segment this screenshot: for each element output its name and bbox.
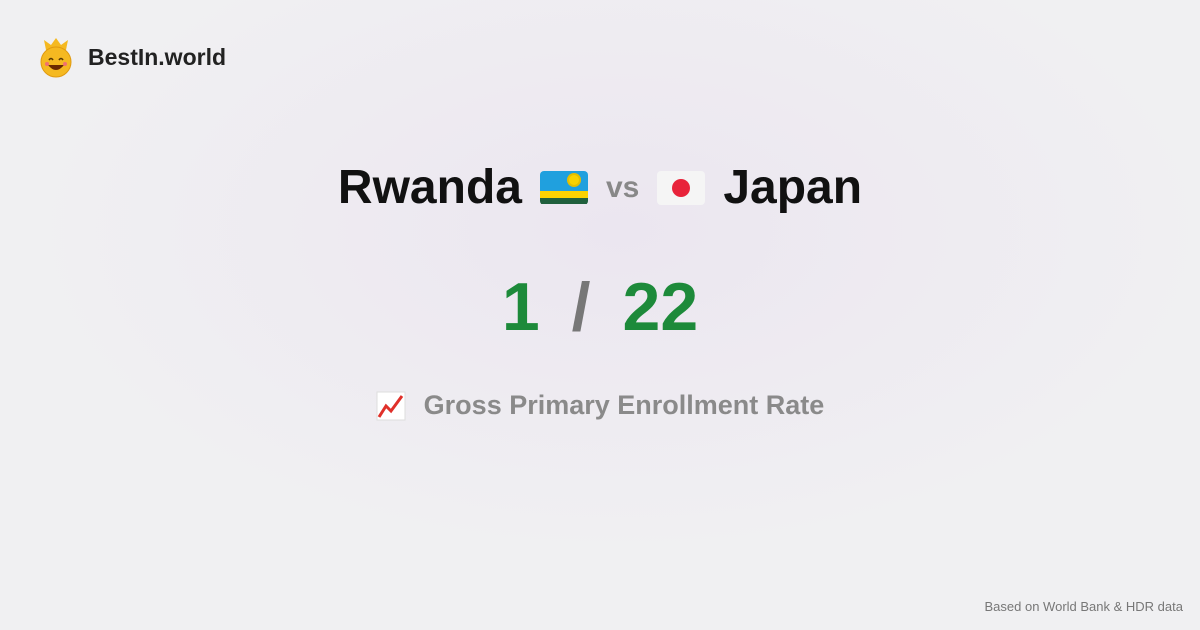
- left-country: Rwanda: [337, 161, 522, 214]
- brand-logo[interactable]: BestIn.world: [38, 36, 226, 78]
- japan-flag-icon: [657, 170, 706, 205]
- brand-name: BestIn.world: [88, 43, 227, 70]
- left-rank: 1: [501, 269, 540, 345]
- right-country: Japan: [723, 161, 863, 214]
- vs-label: vs: [605, 170, 640, 204]
- rwanda-flag-icon: [539, 170, 588, 205]
- crown-smiley-icon: [40, 38, 72, 78]
- right-rank: 22: [622, 269, 699, 345]
- rank-separator: /: [571, 269, 591, 345]
- metric: Gross Primary Enrollment Rate: [0, 390, 1200, 421]
- comparison-title: Rwanda vs Japan: [0, 160, 1200, 215]
- rank-comparison: 1 / 22: [0, 268, 1200, 346]
- chart-increasing-icon: [376, 391, 406, 420]
- metric-label: Gross Primary Enrollment Rate: [423, 390, 825, 420]
- data-source: Based on World Bank & HDR data: [984, 599, 1183, 614]
